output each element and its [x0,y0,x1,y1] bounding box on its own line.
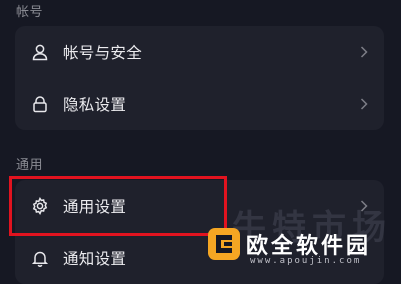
chevron-right-icon [358,98,370,110]
gear-icon [29,195,51,217]
lock-icon [29,93,51,115]
account-security-item[interactable]: 帐号与安全 [15,26,384,78]
watermark: 牛特市场 欧全软件园 www.apoujin.com [200,208,400,273]
chevron-right-icon [358,46,370,58]
privacy-settings-label: 隐私设置 [63,96,127,114]
account-card: 帐号与安全 隐私设置 [15,26,384,130]
bell-icon [29,247,51,269]
privacy-settings-item[interactable]: 隐私设置 [15,78,384,130]
watermark-url: www.apoujin.com [250,256,362,266]
section-label-account: 帐号 [16,5,44,20]
account-security-label: 帐号与安全 [63,44,143,62]
user-icon [29,41,51,63]
section-label-general: 通用 [16,158,44,173]
general-settings-label: 通用设置 [63,198,127,216]
watermark-logo-icon [208,228,240,260]
notification-settings-label: 通知设置 [63,250,127,268]
